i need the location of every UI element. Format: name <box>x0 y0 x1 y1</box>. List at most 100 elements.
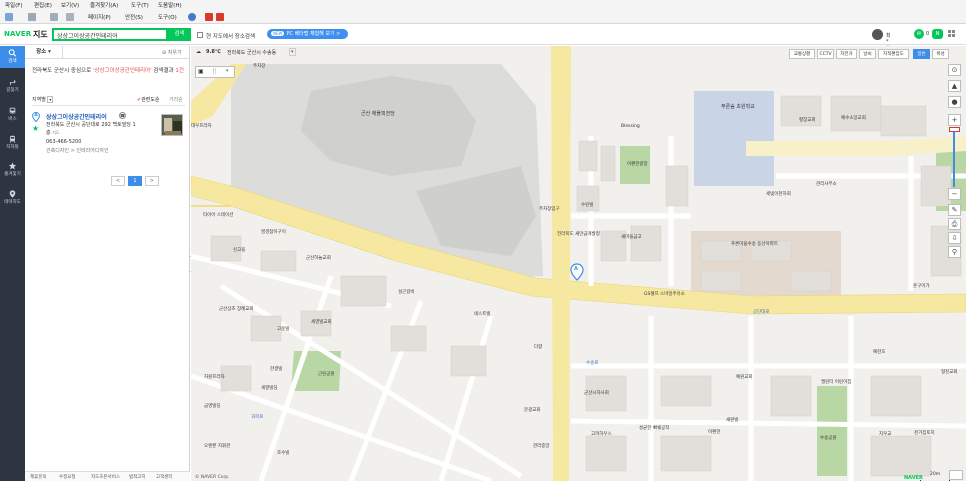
result-marker[interactable]: A <box>32 111 40 123</box>
nav-search[interactable]: 검색 <box>0 46 25 68</box>
tilt-down-icon[interactable]: ● <box>948 96 961 108</box>
footer-link-service[interactable]: 지도초본서비스 <box>91 474 120 480</box>
grid-menu-icon[interactable] <box>948 30 958 39</box>
search-button[interactable]: 검색 <box>168 28 191 41</box>
avatar[interactable] <box>872 29 883 40</box>
menu-tools[interactable]: 도구(T) <box>131 1 149 9</box>
tilt-up-icon[interactable]: ▲ <box>948 80 961 92</box>
nav-bus[interactable]: 버스 <box>0 104 25 126</box>
current-location[interactable]: 전라북도 군산시 수송동 <box>227 49 276 56</box>
map-label: 이편한 <box>708 430 721 435</box>
prev-page-button[interactable]: < <box>111 176 125 186</box>
map-label: 형진교회 <box>941 370 958 375</box>
bus-icon <box>9 107 16 114</box>
filter-more-icon[interactable]: ▾ <box>226 68 229 74</box>
map-label: 군산상조 장례교회 <box>219 307 254 312</box>
result-thumbnail[interactable] <box>161 114 183 136</box>
layer-tab-satellite[interactable]: 위성 <box>932 49 949 59</box>
safety-menu[interactable]: 안전(S) <box>125 13 143 21</box>
nav-directions[interactable]: 길찾기 <box>0 75 25 97</box>
menu-favorites[interactable]: 즐겨찾기(A) <box>90 1 118 9</box>
print-map-icon[interactable]: ⎙ <box>948 218 961 230</box>
share-link-icon[interactable]: ⚲ <box>948 246 961 258</box>
region-filter[interactable]: 지역별 ▾ <box>32 96 54 103</box>
compass-icon[interactable]: ⊙ <box>948 64 961 76</box>
map-label: 금영빌딩 <box>204 404 221 409</box>
map-canvas[interactable]: A 주차장 군산 애플피전당 대우프라자 Blessing 푸른숲 초원학교 평… <box>191 46 966 481</box>
footer-link-edit-request[interactable]: 수정요청 <box>59 474 76 480</box>
map-label: 지우교 <box>879 432 892 437</box>
map-label: 신고을 <box>233 248 246 253</box>
print-icon[interactable] <box>66 13 74 21</box>
star-icon <box>8 162 17 170</box>
page-menu[interactable]: 페이지(P) <box>88 13 111 21</box>
nav-theme-map-label: 테마지도 <box>4 200 21 205</box>
layer-tab-cctv[interactable]: CCTV <box>817 49 834 59</box>
footer-link-legal[interactable]: 법적고지 <box>129 474 146 480</box>
clear-label: 지우기 <box>167 50 182 56</box>
search-input[interactable]: 상상그이상공간인테리어 <box>52 28 168 41</box>
menu-file[interactable]: 파일(F) <box>5 1 23 9</box>
layer-tab-normal[interactable]: 일반 <box>913 49 930 59</box>
page-title[interactable]: 지도 <box>33 29 48 40</box>
layer-tab-cadastral[interactable]: 지적편집도 <box>878 49 909 59</box>
map-label: 근린공원 <box>318 372 335 377</box>
help-icon[interactable] <box>188 13 196 21</box>
tools-menu[interactable]: 도구(O) <box>158 13 177 21</box>
menu-edit[interactable]: 편집(E) <box>34 1 52 9</box>
map-label: 엘린터 어린이집 <box>821 380 852 385</box>
tab-place[interactable]: 장소 ▾ <box>25 46 63 59</box>
naver-logo[interactable]: NAVER <box>4 30 31 38</box>
zoom-slider-track[interactable] <box>953 127 955 187</box>
mail-icon[interactable]: ✉ <box>914 29 924 39</box>
addon-icon-2[interactable] <box>216 13 224 21</box>
favorites-icon[interactable] <box>5 13 13 21</box>
addon-icon[interactable] <box>205 13 213 21</box>
road-vertical-main <box>551 46 571 481</box>
save-map-icon[interactable]: ⇩ <box>948 232 961 244</box>
location-dropdown-icon[interactable]: ▾ <box>289 48 296 56</box>
favorite-star-icon[interactable]: ★ <box>32 124 39 133</box>
app-badge[interactable]: N <box>932 29 943 39</box>
nav-subway[interactable]: 지하철 <box>0 132 25 154</box>
footer-link-support[interactable]: 고객센터 <box>156 474 173 480</box>
in-map-search-label: 현 지도에서 장소검색 <box>206 34 256 40</box>
map-road-label: 과학로 <box>251 415 264 420</box>
mail-icon[interactable] <box>50 13 58 21</box>
in-map-search-checkbox[interactable] <box>197 32 203 38</box>
result-map-link[interactable]: 지도 <box>52 130 59 135</box>
nav-theme-map[interactable]: 테마지도 <box>0 187 25 209</box>
nav-bus-label: 버스 <box>8 117 17 122</box>
layer-tab-traffic[interactable]: 교통상황 <box>789 49 815 59</box>
zoom-out-button[interactable]: − <box>948 188 961 200</box>
map-label: Blessing <box>621 124 640 129</box>
map-label: 다향 <box>534 345 543 350</box>
menu-view[interactable]: 보기(V) <box>61 1 79 9</box>
directions-icon <box>10 79 16 86</box>
clear-button[interactable]: ⊖ 지우기 <box>162 49 182 56</box>
menu-help[interactable]: 도움말(H) <box>158 1 182 9</box>
bus-filter-icon[interactable]: ▣ <box>198 68 204 75</box>
zoom-in-button[interactable]: + <box>948 114 961 126</box>
zoom-slider-handle[interactable] <box>949 127 960 132</box>
feeds-icon[interactable] <box>28 13 36 21</box>
result-item[interactable]: A ★ 상상그이상공간인테리어 ☎ 전라북도 군산시 공단대로 292 백토빌딩… <box>32 111 185 160</box>
map-label: 세영빌교회 <box>311 320 332 325</box>
beta-map-banner[interactable]: NEW PC 베타맵 체험해 보기 > <box>267 29 348 39</box>
search-panel: 장소 ▾ ⊖ 지우기 전라북도 군산시 중심으로 '상상그이상공간인테리어' 검… <box>25 46 190 481</box>
sort-relevance[interactable]: ✔관련도순 <box>137 96 160 103</box>
layer-tab-bicycle[interactable]: 자전거 <box>836 49 857 59</box>
next-page-button[interactable]: > <box>145 176 159 186</box>
restaurant-filter-icon[interactable]: 🍴 <box>211 68 218 75</box>
page-1-button[interactable]: 1 <box>128 176 142 186</box>
nav-favorites[interactable]: 즐겨찾기 <box>0 159 25 181</box>
footer-link-partnership[interactable]: 제휴문의 <box>30 474 47 480</box>
map-label: 예수소망교회 <box>841 116 866 121</box>
map-road-label: 공단대로 <box>753 310 770 315</box>
map-label: 네스트빌 <box>474 312 491 317</box>
layer-tab-weather[interactable]: 날씨 <box>859 49 876 59</box>
result-name[interactable]: 상상그이상공간인테리어 <box>46 112 107 121</box>
measure-icon[interactable]: ✎ <box>948 204 961 216</box>
sort-distance[interactable]: 거리순 <box>169 96 183 103</box>
minimap-toggle-icon[interactable] <box>949 470 963 480</box>
